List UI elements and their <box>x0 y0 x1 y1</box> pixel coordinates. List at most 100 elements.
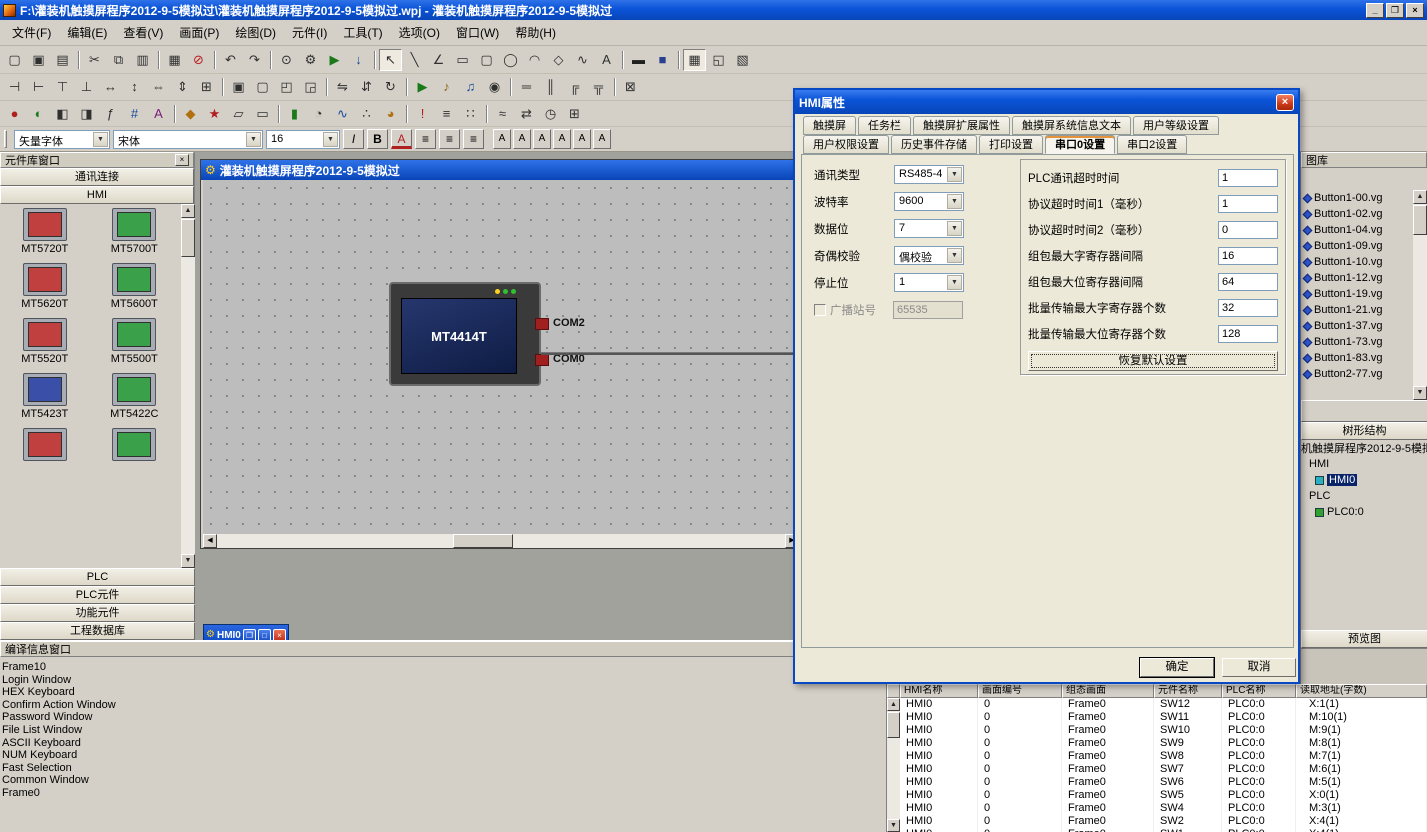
tree-item-plc0[interactable]: PLC0:0 <box>1301 504 1427 520</box>
group-database-button[interactable]: 工程数据库 <box>0 622 195 640</box>
preview-button[interactable]: 预览图 <box>1301 630 1427 648</box>
toolbar-icon[interactable]: ◱ <box>707 49 730 71</box>
toolbar-icon[interactable]: ▧ <box>731 49 754 71</box>
toolbar-icon[interactable]: ⇋ <box>331 76 354 98</box>
chevron-down-icon[interactable]: ▼ <box>947 167 962 182</box>
toolbar-icon[interactable] <box>403 103 410 125</box>
field-select[interactable]: RS485-4 ▼ <box>894 165 964 184</box>
text-format-icon[interactable]: A <box>553 129 571 149</box>
close-button[interactable]: × <box>1406 3 1424 18</box>
toolbar-icon[interactable]: ▱ <box>227 103 250 125</box>
field-input[interactable] <box>1218 325 1278 343</box>
gallery-file-item[interactable]: Button1-00.vg <box>1302 190 1414 206</box>
toolbar-icon[interactable]: ⧉ <box>107 49 130 71</box>
group-plc-parts-button[interactable]: PLC元件 <box>0 586 195 604</box>
device-item[interactable]: MT5422C <box>90 369 180 424</box>
menu-item[interactable]: 查看(V) <box>115 21 171 44</box>
gallery-scrollbar[interactable]: ▲ ▼ <box>1413 190 1427 400</box>
table-row[interactable]: HMI0 0 Frame0 SW5 PLC0:0 X:0(1) <box>900 789 1427 802</box>
toolbar-icon[interactable]: ⚙ <box>299 49 322 71</box>
menu-item[interactable]: 画面(P) <box>171 21 227 44</box>
toolbar-icon[interactable]: ⊢ <box>27 76 50 98</box>
toolbar-icon[interactable]: ▢ <box>475 49 498 71</box>
align-right-icon[interactable]: ≡ <box>463 129 484 149</box>
text-format-icon[interactable]: A <box>493 129 511 149</box>
panel-splitter[interactable] <box>1301 400 1427 422</box>
table-row[interactable]: HMI0 0 Frame0 SW1 PLC0:0 X:4(1) <box>900 828 1427 832</box>
scroll-up-icon[interactable]: ▲ <box>1413 190 1427 204</box>
toolbar-icon[interactable]: ║ <box>539 76 562 98</box>
field-select[interactable]: 1 ▼ <box>894 273 964 292</box>
menu-item[interactable]: 元件(I) <box>284 21 335 44</box>
table-header-cell[interactable]: 读取地址(字数) <box>1296 684 1427 698</box>
field-input[interactable] <box>1218 247 1278 265</box>
toolbar-icon[interactable]: ! <box>411 103 434 125</box>
toolbar-icon[interactable] <box>171 103 178 125</box>
toolbar-icon[interactable]: ≈ <box>491 103 514 125</box>
toolbar-icon[interactable]: ↷ <box>243 49 266 71</box>
cancel-button[interactable]: 取消 <box>1222 658 1296 677</box>
toolbar-icon[interactable] <box>483 103 490 125</box>
tab-serial0[interactable]: 串口0设置 <box>1045 135 1115 154</box>
compile-message-line[interactable]: Frame0 <box>2 787 884 800</box>
tree-item-plc[interactable]: PLC <box>1301 488 1427 504</box>
table-header-cell[interactable]: 组态画面 <box>1062 684 1154 698</box>
tab-history[interactable]: 历史事件存储 <box>891 135 977 154</box>
toolbar-icon[interactable]: ⇕ <box>171 76 194 98</box>
toolbar-icon[interactable]: ⇵ <box>355 76 378 98</box>
menu-item[interactable]: 工具(T) <box>335 21 390 44</box>
field-input[interactable] <box>1218 299 1278 317</box>
ok-button[interactable]: 确定 <box>1140 658 1214 677</box>
toolbar-icon[interactable]: ◯ <box>499 49 522 71</box>
text-format-icon[interactable]: A <box>533 129 551 149</box>
toolbar-icon[interactable]: ⊞ <box>195 76 218 98</box>
table-header-cell[interactable]: PLC名称 <box>1222 684 1296 698</box>
toolbar-icon[interactable] <box>611 76 618 98</box>
italic-button[interactable]: I <box>343 129 364 149</box>
toolbar-icon[interactable] <box>267 49 274 71</box>
compile-message-line[interactable]: Frame10 <box>2 661 884 674</box>
toolbar-icon[interactable]: ∿ <box>571 49 594 71</box>
tree-item-hmi[interactable]: HMI <box>1301 456 1427 472</box>
tab-user-level[interactable]: 用户等级设置 <box>1133 116 1219 135</box>
toolbar-icon[interactable] <box>403 76 410 98</box>
menu-item[interactable]: 窗口(W) <box>448 21 507 44</box>
close-button[interactable]: × <box>273 629 286 641</box>
toolbar-icon[interactable]: ▣ <box>227 76 250 98</box>
field-select[interactable]: 7 ▼ <box>894 219 964 238</box>
toolbar-icon[interactable]: ╦ <box>587 76 610 98</box>
scroll-down-icon[interactable]: ▼ <box>887 819 900 832</box>
canvas-window-titlebar[interactable]: ⚙ 灌装机触摸屏程序2012-9-5模拟过 <box>201 160 799 180</box>
tree-item-project[interactable]: 灌装机触摸屏程序2012-9-5模拟过 <box>1301 440 1427 456</box>
scrollbar-thumb[interactable] <box>181 219 195 257</box>
table-row[interactable]: HMI0 0 Frame0 SW9 PLC0:0 M:8(1) <box>900 737 1427 750</box>
device-item[interactable]: MT5500T <box>90 314 180 369</box>
toolbar-icon[interactable]: ╔ <box>563 76 586 98</box>
chevron-down-icon[interactable]: ▼ <box>323 132 338 147</box>
field-input[interactable] <box>1218 273 1278 291</box>
toolbar-icon[interactable]: ∠ <box>427 49 450 71</box>
table-row[interactable]: HMI0 0 Frame0 SW4 PLC0:0 M:3(1) <box>900 802 1427 815</box>
toolbar-icon[interactable]: ▦ <box>163 49 186 71</box>
toolbar-icon[interactable]: ↻ <box>379 76 402 98</box>
text-format-icon[interactable]: A <box>513 129 531 149</box>
toolbar-icon[interactable]: ◆ <box>179 103 202 125</box>
toolbar-icon[interactable]: ⊘ <box>187 49 210 71</box>
group-plc-button[interactable]: PLC <box>0 568 195 586</box>
compile-message-line[interactable]: Fast Selection <box>2 762 884 775</box>
toolbar-icon[interactable]: ⊣ <box>3 76 26 98</box>
toolbar-icon[interactable]: ⊙ <box>275 49 298 71</box>
menu-item[interactable]: 选项(O) <box>391 21 448 44</box>
toolbar-icon[interactable]: ◨ <box>75 103 98 125</box>
device-item[interactable]: MT5600T <box>90 259 180 314</box>
toolbar-icon[interactable]: ⊠ <box>619 76 642 98</box>
toolbar-icon[interactable]: ⊤ <box>51 76 74 98</box>
scrollbar-thumb[interactable] <box>887 712 900 738</box>
toolbar-icon[interactable]: ↖ <box>379 49 402 71</box>
gallery-file-item[interactable]: Button1-37.vg <box>1302 318 1414 334</box>
scroll-left-icon[interactable]: ◀ <box>203 534 217 548</box>
toolbar-icon[interactable]: ♪ <box>435 76 458 98</box>
toolbar-icon[interactable]: ⇔ <box>147 76 170 98</box>
table-row[interactable]: HMI0 0 Frame0 SW7 PLC0:0 M:6(1) <box>900 763 1427 776</box>
tab-system-info[interactable]: 触摸屏系统信息文本 <box>1012 116 1131 135</box>
